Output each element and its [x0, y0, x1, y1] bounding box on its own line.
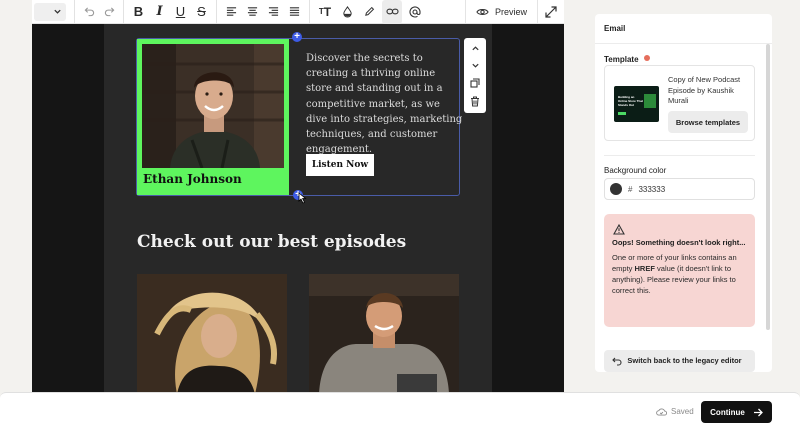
block-actions [464, 38, 486, 113]
template-label-text: Template [604, 55, 639, 64]
preview-label: Preview [494, 6, 527, 17]
host-name[interactable]: Ethan Johnson [143, 172, 242, 186]
settings-panel: Email Template Building an Online Store … [595, 14, 772, 372]
background-color-field[interactable]: # 333333 [604, 178, 755, 200]
listen-now-button[interactable]: Listen Now [306, 154, 374, 176]
saved-status: Saved [656, 407, 694, 416]
email-canvas: Ethan Johnson + + Discover the secrets t… [32, 24, 564, 392]
block-type-dropdown[interactable] [34, 2, 66, 21]
move-up-icon[interactable] [471, 44, 480, 53]
continue-button[interactable]: Continue [701, 401, 772, 423]
eye-icon [476, 8, 489, 15]
panel-title: Email [595, 14, 772, 44]
warning-icon [613, 224, 625, 235]
template-label: Template [604, 55, 650, 64]
template-thumbnail: Building an Online Store That Stands Out [614, 86, 659, 122]
text-size-button[interactable]: TT [314, 0, 336, 24]
trash-icon[interactable] [470, 96, 480, 107]
text-color-button[interactable] [336, 0, 358, 24]
align-justify-icon [289, 7, 300, 16]
toolbar-divider [216, 0, 217, 24]
strikethrough-button[interactable]: S [191, 0, 212, 24]
redo-button[interactable] [99, 0, 119, 24]
saved-label: Saved [671, 407, 694, 416]
template-card[interactable]: Building an Online Store That Stands Out… [604, 65, 755, 141]
template-name: Copy of New Podcast Episode by Kaushik M… [668, 75, 741, 105]
alert-body: One or more of your links contains an em… [612, 252, 747, 296]
arrow-right-icon [753, 408, 763, 416]
bold-button[interactable]: B [128, 0, 149, 24]
section-title[interactable]: Check out our best episodes [137, 232, 406, 252]
move-down-icon[interactable] [471, 61, 480, 70]
color-swatch[interactable] [610, 183, 622, 195]
alert-title: Oops! Something doesn't look right... [612, 238, 746, 247]
undo-button[interactable] [79, 0, 99, 24]
return-arrow-icon [612, 357, 622, 366]
toolbar-divider [123, 0, 124, 24]
align-left-button[interactable] [221, 0, 242, 24]
expand-icon [545, 5, 557, 18]
episode-image[interactable] [309, 274, 459, 392]
link-warning-alert: Oops! Something doesn't look right... On… [604, 214, 755, 327]
hero-description[interactable]: Discover the secrets to creating a thriv… [306, 51, 464, 157]
template-thumbnail-text: Building an Online Store That Stands Out [618, 95, 644, 107]
drop-icon [342, 5, 352, 18]
highlight-button[interactable] [358, 0, 380, 24]
legacy-editor-label: Switch back to the legacy editor [627, 356, 742, 365]
redo-icon [104, 7, 114, 17]
cursor-icon [298, 192, 307, 204]
at-sign-icon [409, 5, 421, 17]
chevron-down-icon [54, 9, 61, 14]
align-right-icon [268, 7, 279, 16]
duplicate-icon[interactable] [470, 78, 480, 88]
align-justify-button[interactable] [284, 0, 305, 24]
underline-button[interactable]: U [170, 0, 191, 24]
browse-templates-button[interactable]: Browse templates [668, 111, 748, 133]
link-button[interactable] [382, 0, 402, 24]
status-dot-icon [643, 55, 650, 61]
host-photo-cell[interactable]: Ethan Johnson [137, 39, 289, 195]
expand-button[interactable] [538, 0, 564, 24]
pencil-icon [364, 6, 374, 16]
switch-legacy-editor-button[interactable]: Switch back to the legacy editor [604, 350, 755, 372]
align-center-icon [247, 7, 258, 16]
section-divider [604, 155, 755, 156]
toolbar-divider [74, 0, 75, 24]
add-block-top-button[interactable]: + [292, 32, 302, 42]
host-photo [142, 44, 284, 168]
align-left-icon [226, 7, 237, 16]
align-right-button[interactable] [263, 0, 284, 24]
align-center-button[interactable] [242, 0, 263, 24]
mention-button[interactable] [404, 0, 426, 24]
continue-label: Continue [710, 407, 745, 417]
preview-button[interactable]: Preview [464, 0, 538, 24]
thumbnail-button [618, 112, 626, 115]
alert-body-emphasis: HREF [634, 264, 655, 273]
thumbnail-image [644, 94, 656, 108]
panel-scrollbar[interactable] [766, 44, 770, 330]
editor-toolbar: B I U S TT Preview [32, 0, 564, 24]
footer-bar: Saved Continue [0, 392, 800, 431]
cloud-check-icon [656, 407, 667, 416]
text-size-label: T [323, 4, 332, 19]
italic-button[interactable]: I [149, 0, 170, 24]
link-icon [385, 8, 399, 15]
episode-image[interactable] [137, 274, 287, 392]
undo-icon [84, 7, 94, 17]
background-color-value[interactable]: 333333 [638, 185, 665, 194]
background-color-label: Background color [604, 166, 667, 175]
hash-symbol: # [628, 184, 633, 194]
toolbar-divider [309, 0, 310, 24]
